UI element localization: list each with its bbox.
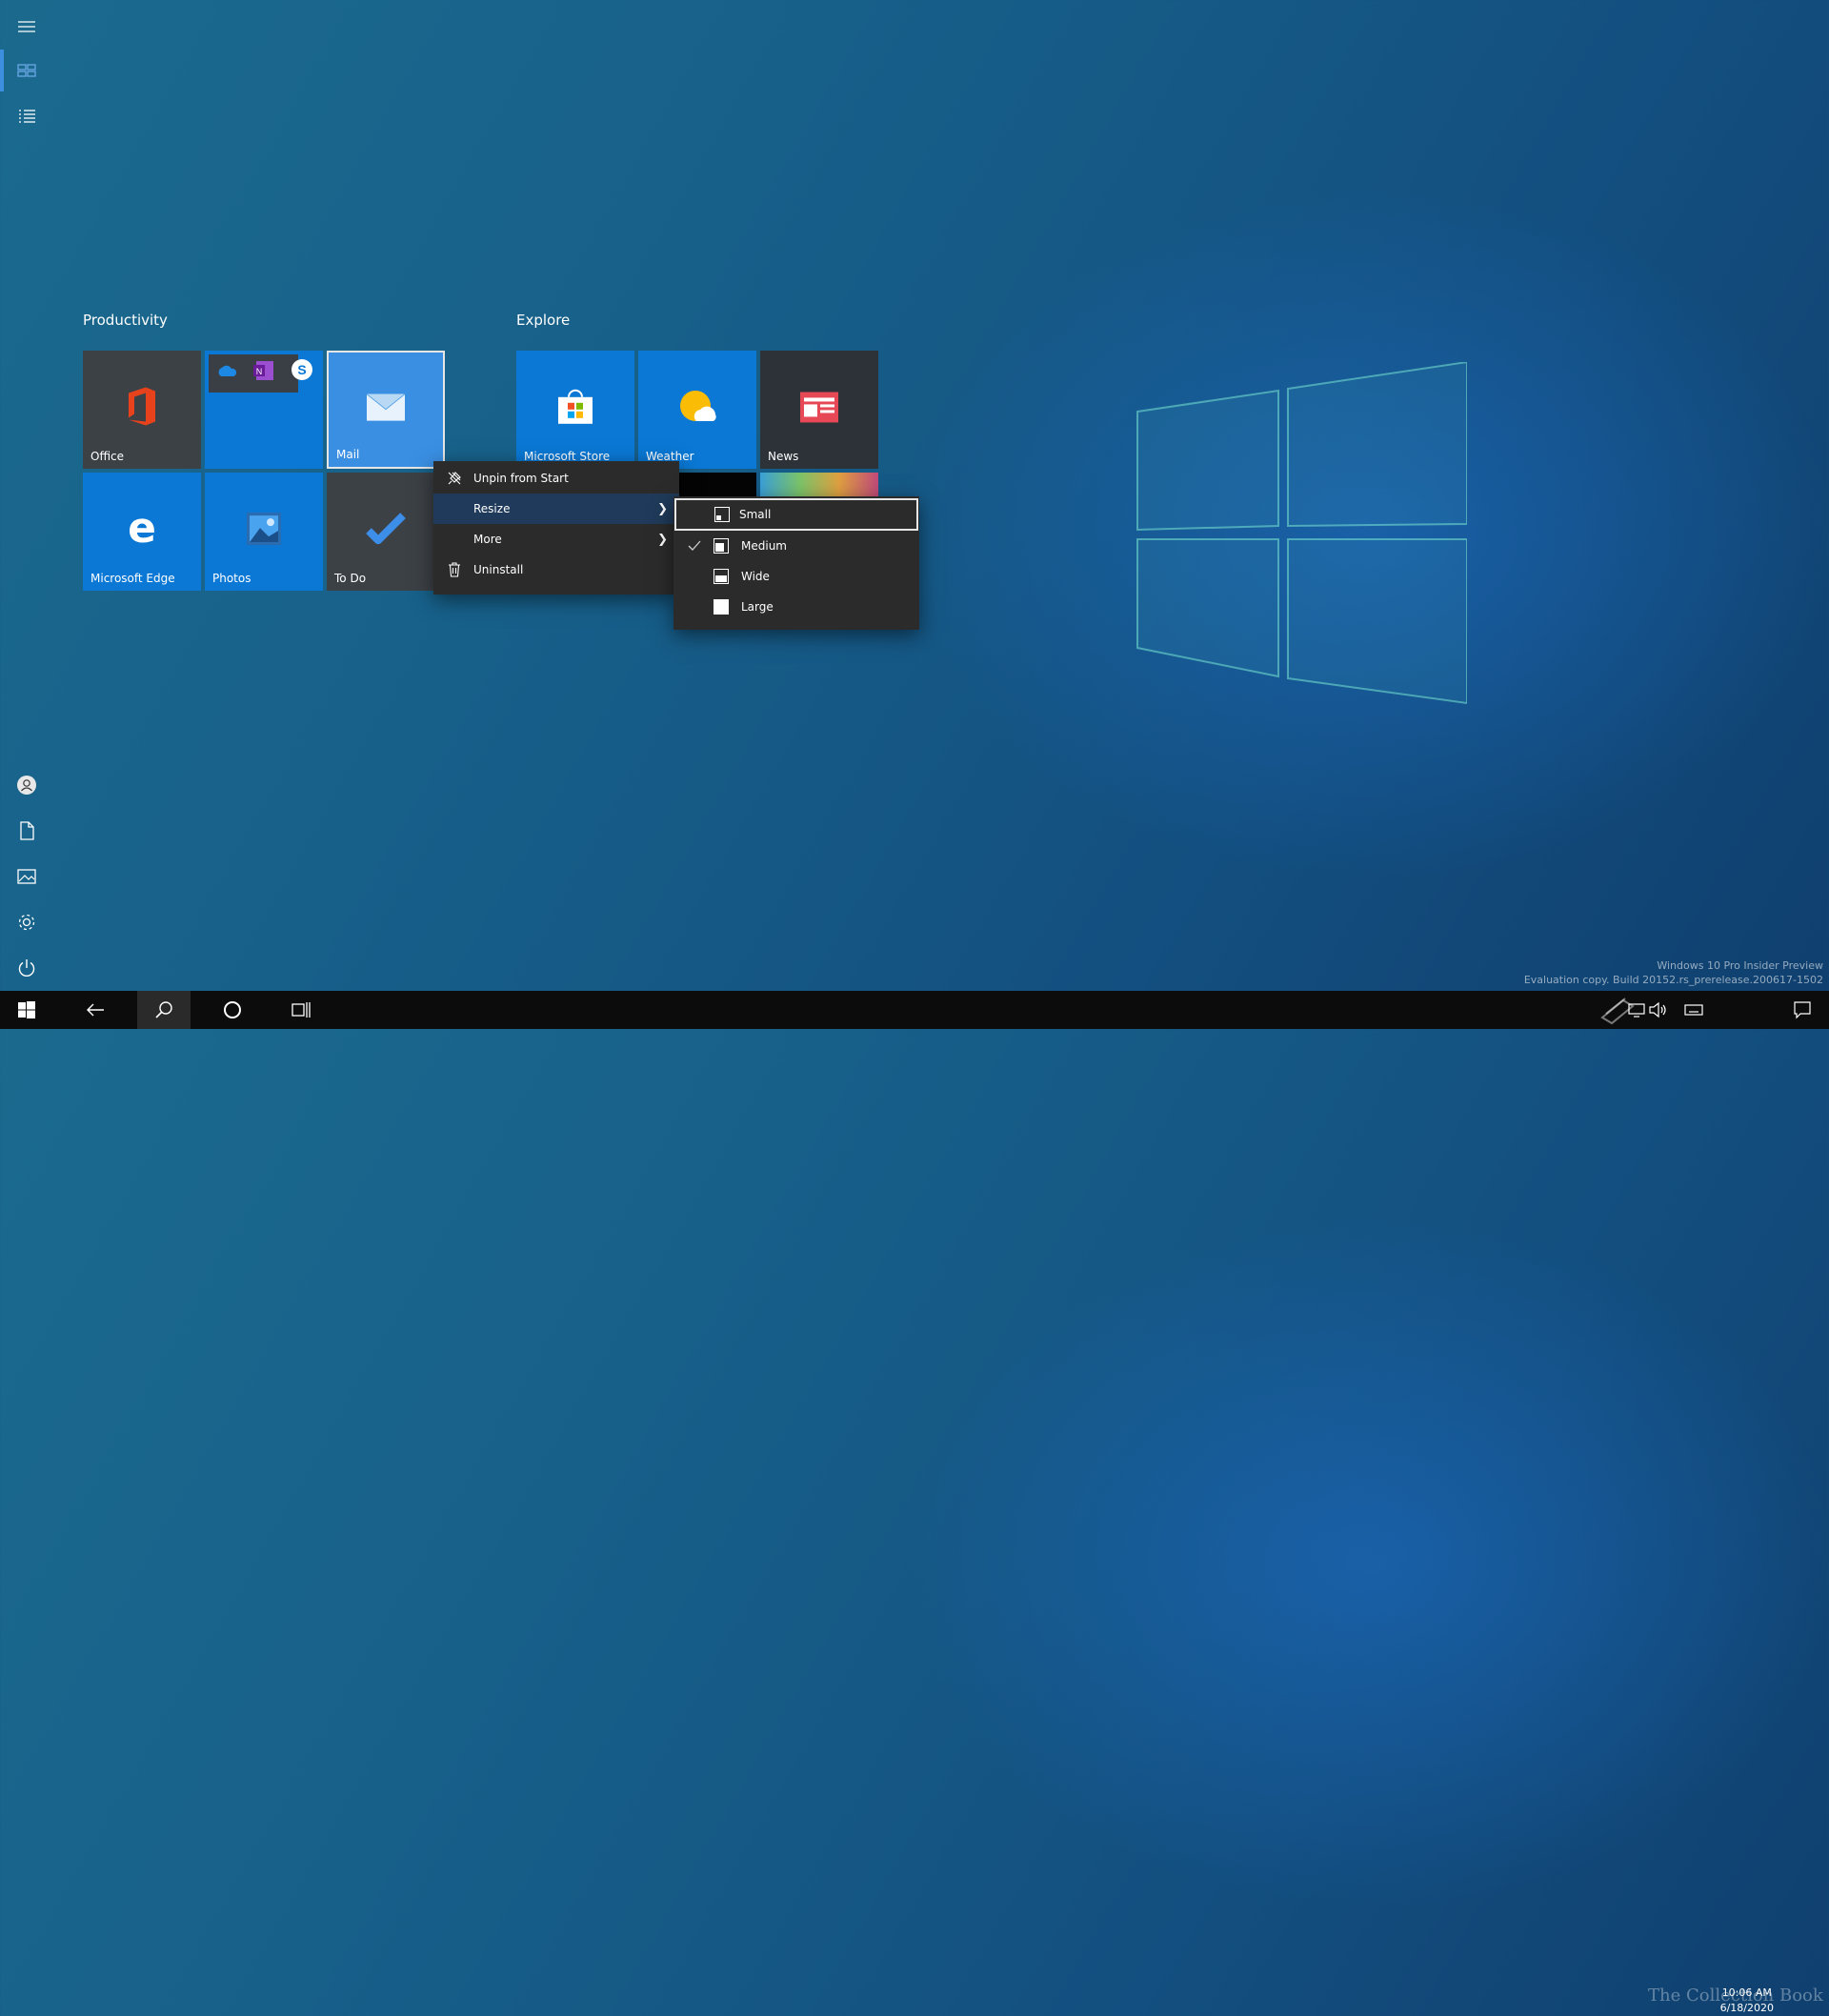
tile-edge[interactable]: e Microsoft Edge [83, 473, 201, 591]
chevron-right-icon: ❯ [657, 501, 668, 516]
svg-text:S: S [297, 362, 306, 377]
menu-item-more[interactable]: More ❯ [433, 524, 679, 554]
tile-store[interactable]: Microsoft Store [516, 351, 634, 469]
tile-label-todo: To Do [334, 572, 367, 585]
mail-icon [366, 393, 406, 421]
start-button[interactable] [0, 991, 53, 1029]
search-icon [155, 1001, 172, 1018]
menu-item-unpin[interactable]: Unpin from Start [433, 463, 679, 494]
tile-label-office: Office [90, 450, 125, 463]
account-button[interactable] [0, 762, 53, 808]
onedrive-icon [218, 365, 237, 376]
tray-keyboard-button[interactable] [1677, 991, 1711, 1029]
document-icon [20, 821, 34, 840]
back-button[interactable] [69, 991, 122, 1029]
user-icon [17, 776, 36, 795]
taskbar-clock[interactable]: 10:06 AM 6/18/2020 [1720, 1986, 1774, 2016]
build-watermark: Windows 10 Pro Insider Preview Evaluatio… [1523, 959, 1823, 986]
tile-news[interactable]: News [760, 351, 878, 469]
pictures-button[interactable] [0, 854, 53, 899]
resize-submenu: Small Medium Wide Large [673, 496, 919, 630]
size-wide-icon [714, 569, 729, 584]
size-large-icon [714, 599, 729, 615]
tile-mail[interactable]: Mail [327, 351, 445, 469]
resize-option-small[interactable]: Small [674, 498, 918, 531]
tile-label-photos: Photos [212, 572, 251, 585]
documents-button[interactable] [0, 808, 53, 854]
task-view-icon [291, 1002, 311, 1018]
resize-option-medium[interactable]: Medium [673, 531, 919, 561]
wallpaper-windows-logo [1136, 362, 1467, 705]
menu-item-resize[interactable]: Resize ❯ [433, 494, 679, 524]
gear-icon [18, 914, 35, 931]
skype-icon: S [291, 359, 312, 380]
edge-icon: e [128, 510, 156, 548]
group-title-explore[interactable]: Explore [516, 312, 570, 329]
tile-folder-apps[interactable]: N S [205, 351, 323, 469]
volume-icon [1649, 1001, 1666, 1018]
all-apps-button[interactable] [0, 93, 53, 139]
svg-text:N: N [256, 367, 263, 376]
resize-option-wide[interactable]: Wide [673, 561, 919, 592]
size-medium-icon [714, 538, 729, 554]
taskbar: The Collection Book 10:06 AM 6/18/2020 [0, 991, 1829, 2014]
chevron-right-icon: ❯ [657, 532, 668, 547]
context-menu: Unpin from Start Resize ❯ More ❯ Uninsta… [433, 461, 679, 595]
tile-label-news: News [768, 450, 799, 463]
tile-label-edge: Microsoft Edge [90, 572, 175, 585]
power-button[interactable] [0, 945, 53, 991]
store-icon [558, 389, 593, 424]
picture-icon [17, 869, 36, 884]
check-icon [366, 513, 406, 545]
settings-button[interactable] [0, 899, 53, 945]
keyboard-icon [1684, 1004, 1703, 1016]
tray-volume-button[interactable] [1640, 991, 1675, 1029]
office-icon [129, 387, 155, 426]
search-button[interactable] [137, 991, 191, 1029]
task-view-button[interactable] [274, 991, 328, 1029]
arrow-left-icon [87, 1003, 104, 1017]
size-small-icon [714, 507, 730, 522]
tile-weather[interactable]: Weather [638, 351, 756, 469]
tile-photos[interactable]: Photos [205, 473, 323, 591]
group-title-productivity[interactable]: Productivity [83, 312, 168, 329]
trash-icon [447, 562, 462, 577]
hamburger-menu-button[interactable] [0, 4, 53, 50]
cortana-circle-icon [224, 1001, 241, 1018]
pinned-tiles-button[interactable] [0, 48, 53, 93]
unpin-icon [447, 471, 462, 486]
resize-option-large[interactable]: Large [673, 592, 919, 622]
news-icon [800, 392, 838, 423]
action-center-button[interactable] [1783, 991, 1821, 1029]
checkmark-icon [687, 538, 702, 554]
menu-item-uninstall[interactable]: Uninstall [433, 554, 679, 585]
power-icon [18, 959, 35, 977]
tile-todo[interactable]: To Do [327, 473, 445, 591]
start-left-rail [0, 0, 53, 991]
tile-label-mail: Mail [336, 448, 360, 461]
windows-logo-icon [18, 1001, 35, 1018]
svg-text:e: e [128, 510, 156, 548]
onenote-icon: N [253, 361, 273, 380]
tiles-icon [17, 64, 36, 77]
cortana-button[interactable] [206, 991, 259, 1029]
list-icon [19, 110, 35, 123]
photos-icon [247, 513, 281, 546]
weather-sun-icon [680, 390, 716, 421]
tile-office[interactable]: Office [83, 351, 201, 469]
hamburger-icon [18, 21, 35, 32]
notification-icon [1794, 1001, 1811, 1019]
